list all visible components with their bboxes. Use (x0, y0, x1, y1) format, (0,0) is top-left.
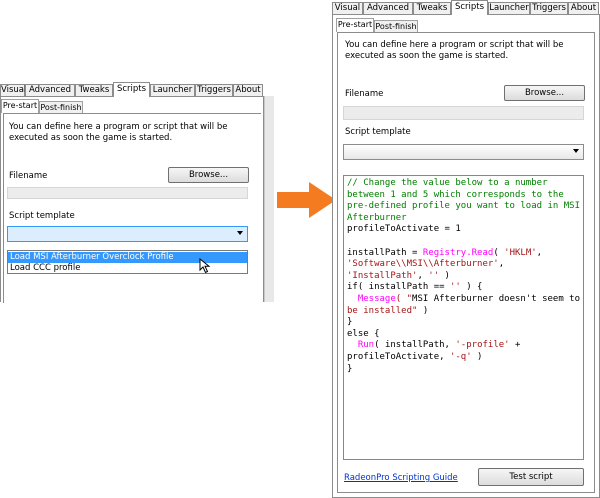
right-browse-button[interactable]: Browse... (504, 85, 585, 101)
code-line: Afterburner (347, 212, 407, 223)
arrow-right-icon (277, 182, 336, 218)
left-tab-visual[interactable]: Visual (0, 84, 26, 96)
left-tab-triggers[interactable]: Triggers (195, 84, 233, 96)
code-line: } (347, 317, 353, 328)
left-browse-button[interactable]: Browse... (168, 167, 249, 183)
right-filename-field[interactable] (343, 106, 584, 120)
script-editor[interactable]: // Change the value below to a number bet… (343, 175, 584, 460)
chevron-down-icon (573, 149, 579, 153)
code-line: 'InstallPath', '' ) (347, 270, 450, 281)
left-tab-scripts[interactable]: Scripts (113, 82, 150, 97)
mouse-cursor-icon (199, 258, 211, 274)
code-line: else { (347, 328, 380, 339)
code-line: if( installPath == '' ) { (347, 282, 483, 293)
test-script-button[interactable]: Test script (478, 468, 584, 486)
code-line: Run( installPath, '-profile' + (357, 340, 521, 351)
right-tab-scripts[interactable]: Scripts (451, 0, 488, 15)
left-tab-advanced[interactable]: Advanced (25, 84, 75, 96)
code-line: Message( "MSI Afterburner doesn't seem t… (357, 293, 581, 304)
code-line: profileToActivate, '-q' ) (347, 351, 483, 362)
left-tab-tweaks[interactable]: Tweaks (75, 84, 113, 96)
chevron-down-icon (237, 231, 243, 235)
right-tab-visual[interactable]: Visual (332, 2, 363, 14)
right-filename-label: Filename (345, 89, 384, 99)
left-scroll-edge (264, 96, 274, 302)
code-line: be installed" ) (347, 305, 429, 316)
code-line: 'Software\\MSI\\Afterburner', (347, 259, 505, 270)
left-tab-bar: Visual Advanced Tweaks Scripts Launcher … (0, 82, 265, 97)
code-line: pre-defined profile you want to load in … (347, 201, 580, 212)
right-template-select[interactable] (343, 144, 584, 160)
right-tab-bar: Visual Advanced Tweaks Scripts Launcher … (332, 0, 600, 15)
right-subtab-postfinish[interactable]: Post-finish (374, 20, 418, 32)
left-description: You can define here a program or script … (9, 122, 228, 143)
scripting-guide-link[interactable]: RadeonPro Scripting Guide (344, 473, 458, 483)
code-line: profileToActivate = 1 (347, 224, 461, 235)
right-subtab-prestart[interactable]: Pre-start (336, 18, 374, 32)
right-tab-advanced[interactable]: Advanced (363, 2, 413, 14)
right-tab-about[interactable]: About (568, 2, 599, 14)
right-tab-launcher[interactable]: Launcher (488, 2, 530, 14)
right-description: You can define here a program or script … (345, 40, 564, 61)
left-tab-launcher[interactable]: Launcher (150, 84, 195, 96)
left-subtab-prestart[interactable]: Pre-start (1, 99, 39, 113)
left-subtab-postfinish[interactable]: Post-finish (39, 101, 83, 113)
left-filename-label: Filename (9, 171, 48, 181)
left-template-label: Script template (9, 211, 75, 221)
right-template-label: Script template (345, 127, 411, 137)
code-line: between 1 and 5 which corresponds to the (347, 189, 564, 200)
code-line: installPath = Registry.Read( 'HKLM', (347, 247, 543, 258)
right-tab-tweaks[interactable]: Tweaks (413, 2, 451, 14)
left-filename-field[interactable] (7, 187, 248, 199)
left-tab-about[interactable]: About (233, 84, 263, 96)
left-template-select[interactable] (7, 226, 248, 242)
code-line: } (347, 363, 353, 374)
right-tab-triggers[interactable]: Triggers (530, 2, 568, 14)
code-line: // Change the value below to a number (347, 178, 548, 188)
